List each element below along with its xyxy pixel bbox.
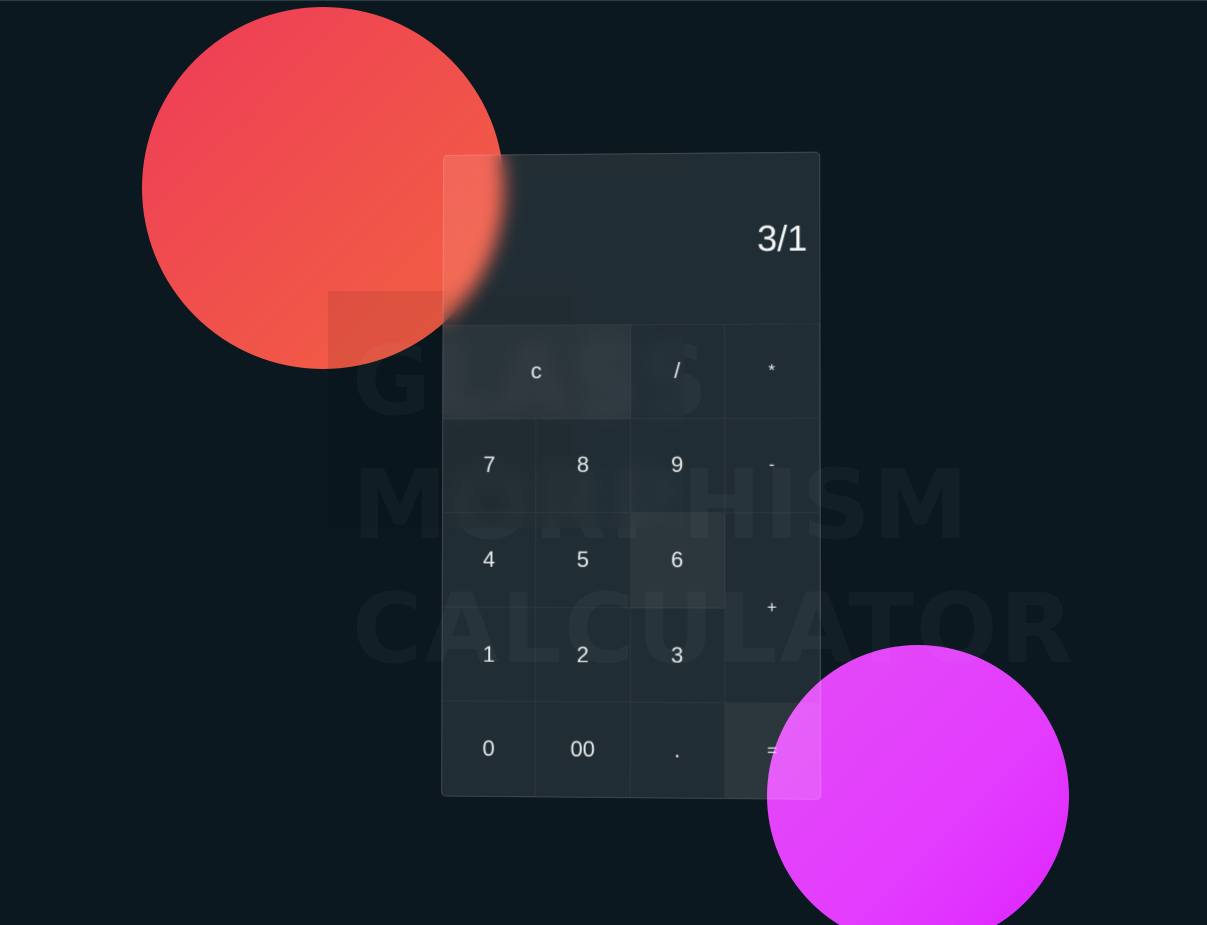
double-zero-button[interactable]: 00 (535, 702, 631, 799)
digit-9-button[interactable]: 9 (630, 418, 725, 514)
app-background: GLASS MORPHISM CALCULATOR 3/1 c / * 7 8 … (0, 0, 1207, 925)
digit-7-button[interactable]: 7 (442, 418, 537, 514)
digit-6-button[interactable]: 6 (630, 513, 725, 609)
digit-8-button[interactable]: 8 (536, 418, 631, 514)
digit-0-button[interactable]: 0 (442, 701, 537, 798)
plus-button[interactable]: + (724, 513, 821, 705)
multiply-button[interactable]: * (724, 323, 820, 419)
keypad: c / * 7 8 9 - 4 5 6 + 1 2 3 0 00 . = (442, 323, 821, 800)
divide-button[interactable]: / (630, 323, 725, 419)
minus-button[interactable]: - (724, 418, 820, 514)
clear-button[interactable]: c (443, 324, 631, 419)
digit-1-button[interactable]: 1 (442, 607, 537, 703)
digit-3-button[interactable]: 3 (630, 607, 726, 704)
digit-4-button[interactable]: 4 (442, 513, 537, 608)
digit-2-button[interactable]: 2 (536, 607, 631, 704)
display-value: 3/1 (757, 217, 808, 259)
digit-5-button[interactable]: 5 (536, 513, 631, 608)
calculator-panel: 3/1 c / * 7 8 9 - 4 5 6 + 1 2 3 0 00 . = (441, 151, 822, 800)
calculator-display: 3/1 (443, 152, 820, 327)
equals-button[interactable]: = (725, 703, 821, 800)
decimal-point-button[interactable]: . (630, 703, 726, 800)
